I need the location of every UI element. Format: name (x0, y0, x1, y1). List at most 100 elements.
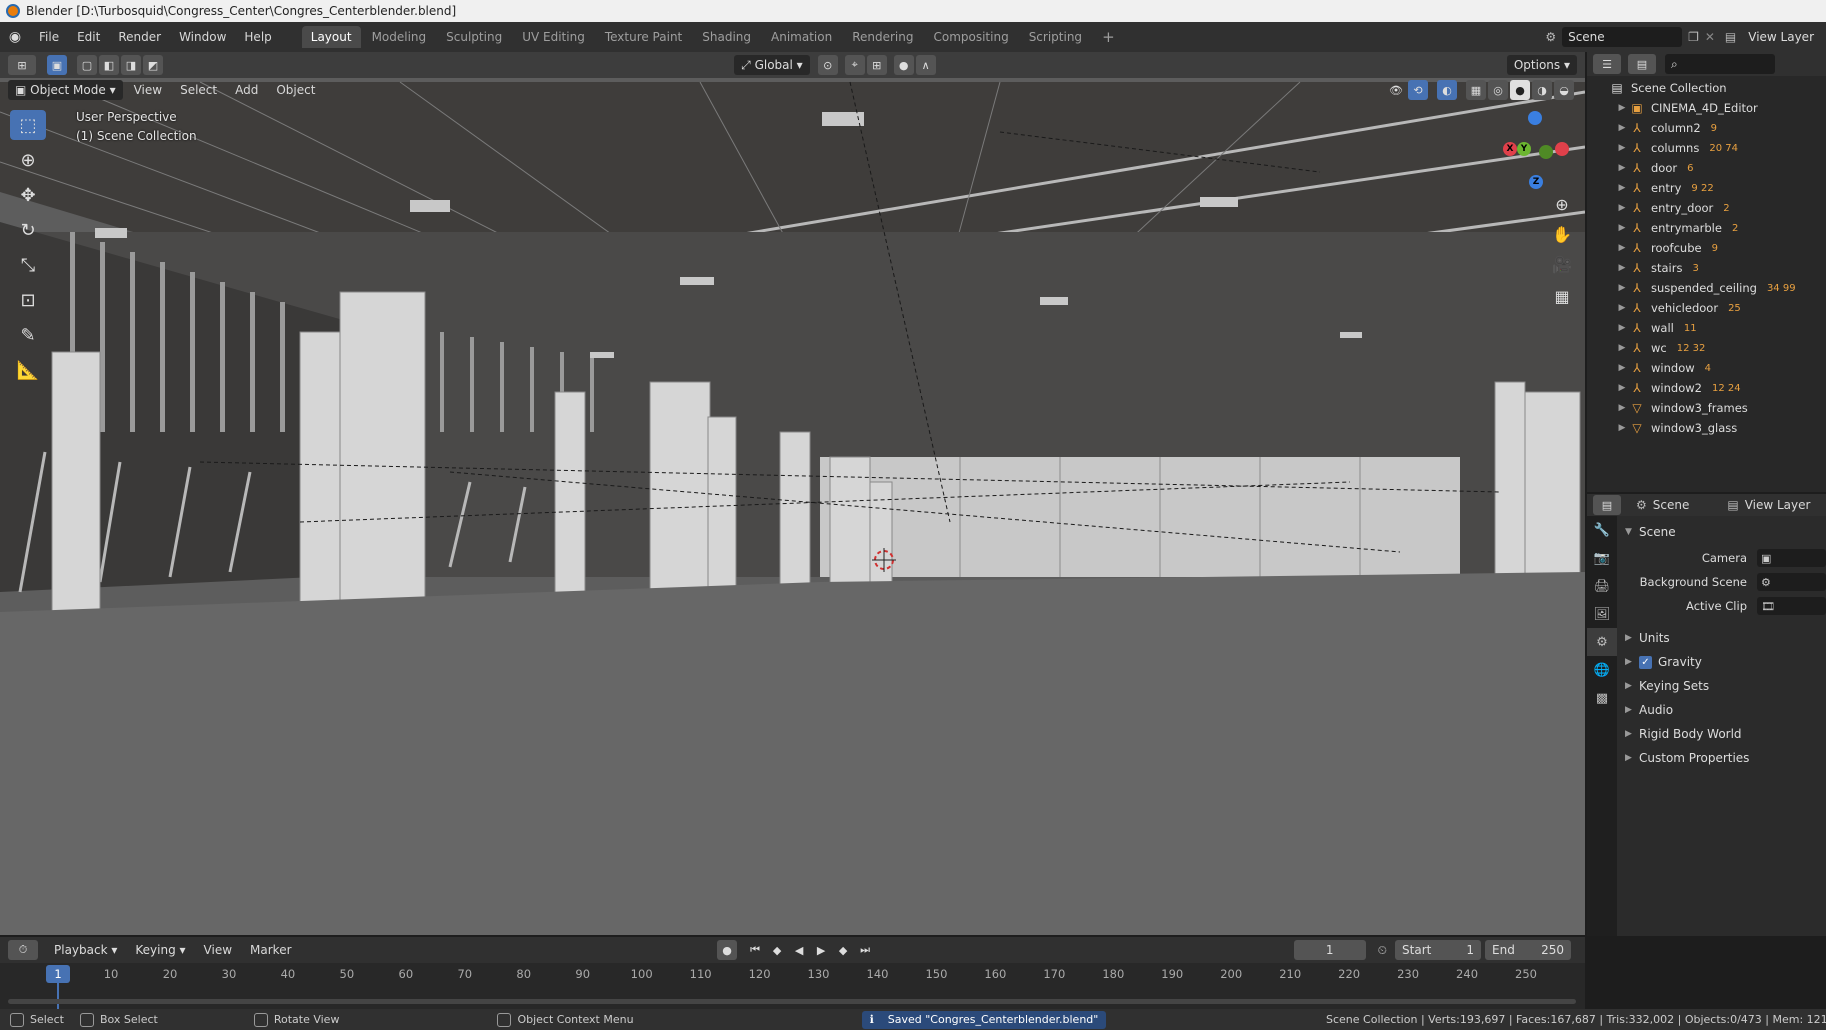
select-subtract-icon[interactable]: ◨ (121, 55, 141, 75)
expand-caret-icon[interactable]: ▶ (1615, 163, 1629, 173)
gravity-section[interactable]: ▶ ✓ Gravity (1617, 650, 1826, 674)
props-view-layer-label[interactable]: View Layer (1745, 498, 1811, 512)
scene-collection-row[interactable]: ▤ Scene Collection (1587, 78, 1826, 98)
scene-selector[interactable]: Scene (1562, 27, 1683, 47)
expand-caret-icon[interactable]: ▶ (1615, 343, 1629, 353)
pan-hand-icon[interactable]: ✋ (1548, 220, 1576, 248)
select-tool-icon[interactable]: ▣ (47, 55, 67, 75)
gravity-checkbox[interactable]: ✓ (1639, 655, 1652, 669)
rotate-tool-icon[interactable]: ↻ (10, 215, 46, 245)
outliner-item[interactable]: ▶ ▽ window3_frames (1587, 398, 1826, 418)
props-scene-label[interactable]: Scene (1653, 498, 1690, 512)
viewport-menu-add[interactable]: Add (226, 75, 267, 105)
rendered-shading-icon[interactable]: ◒ (1554, 80, 1574, 100)
add-workspace-button[interactable]: + (1093, 26, 1124, 48)
tab-modeling[interactable]: Modeling (363, 26, 436, 48)
keying-sets-section[interactable]: ▶ Keying Sets (1617, 674, 1826, 698)
play-reverse-icon[interactable]: ◀ (789, 940, 809, 960)
timeline-editor-icon[interactable]: ⏱ (8, 940, 38, 960)
view-layer-tab-icon-side[interactable]: 🖼 (1587, 600, 1617, 628)
move-tool-icon[interactable]: ✥ (10, 180, 46, 210)
wireframe-shading-icon[interactable]: ◎ (1488, 80, 1508, 100)
outliner-item[interactable]: ▶ ⅄ entrymarble 2 (1587, 218, 1826, 238)
stopwatch-icon[interactable]: ⏲ (1378, 943, 1387, 958)
expand-caret-icon[interactable]: ▶ (1615, 203, 1629, 213)
next-keyframe-icon[interactable]: ◆ (833, 940, 853, 960)
tab-rendering[interactable]: Rendering (843, 26, 922, 48)
outliner-item[interactable]: ▶ ⅄ suspended_ceiling 34 99 (1587, 278, 1826, 298)
outliner-item[interactable]: ▶ ⅄ roofcube 9 (1587, 238, 1826, 258)
snap-icon[interactable]: ⌖ (844, 55, 865, 75)
menu-help[interactable]: Help (235, 22, 280, 52)
expand-caret-icon[interactable]: ▶ (1615, 283, 1629, 293)
options-dropdown[interactable]: Options ▾ (1506, 55, 1578, 75)
transform-tool-icon[interactable]: ⊡ (10, 285, 46, 315)
tool-tab-icon[interactable]: 🔧 (1587, 516, 1617, 544)
measure-tool-icon[interactable]: 📐 (10, 355, 46, 385)
audio-section[interactable]: ▶ Audio (1617, 698, 1826, 722)
scene-section-header[interactable]: ▼ Scene (1617, 520, 1826, 544)
outliner-item[interactable]: ▶ ⅄ entry_door 2 (1587, 198, 1826, 218)
tab-compositing[interactable]: Compositing (924, 26, 1017, 48)
tab-scripting[interactable]: Scripting (1020, 26, 1091, 48)
navigation-gizmo[interactable]: X Y Z (1495, 105, 1575, 195)
outliner-search-icon[interactable]: ⌕ (1665, 54, 1775, 74)
annotate-tool-icon[interactable]: ✎ (10, 320, 46, 350)
tab-animation[interactable]: Animation (762, 26, 841, 48)
outliner-item[interactable]: ▶ ⅄ wall 11 (1587, 318, 1826, 338)
record-icon[interactable]: ● (717, 940, 738, 960)
timeline-scrollbar[interactable] (8, 999, 1576, 1004)
expand-caret-icon[interactable]: ▶ (1615, 303, 1629, 313)
playhead[interactable]: 1 (46, 965, 70, 983)
start-frame-field[interactable]: Start 1 (1395, 940, 1482, 960)
visibility-icon[interactable]: 👁 (1386, 80, 1406, 100)
gizmo-y-axis[interactable]: Y (1517, 142, 1531, 156)
new-scene-icon[interactable]: ❐ (1688, 30, 1699, 44)
snap-target-icon[interactable]: ⊞ (866, 55, 887, 75)
display-mode-icon[interactable]: ▤ (1628, 54, 1656, 74)
jump-start-icon[interactable]: ⏮ (745, 940, 765, 960)
outliner-editor-icon[interactable]: ☰ (1593, 54, 1621, 74)
select-intersect-icon[interactable]: ◩ (143, 55, 163, 75)
outliner-item[interactable]: ▶ ⅄ wc 12 32 (1587, 338, 1826, 358)
outliner-item[interactable]: ▶ ⅄ entry 9 22 (1587, 178, 1826, 198)
output-tab-icon[interactable]: 🖨 (1587, 572, 1617, 600)
delete-scene-icon[interactable]: ✕ (1705, 30, 1715, 44)
expand-caret-icon[interactable]: ▶ (1615, 423, 1629, 433)
select-extend-icon[interactable]: ◧ (99, 55, 119, 75)
timeline-marker-menu[interactable]: Marker (241, 935, 300, 965)
outliner-item[interactable]: ▶ ▣ CINEMA_4D_Editor (1587, 98, 1826, 118)
jump-end-icon[interactable]: ⏭ (855, 940, 875, 960)
gizmo-x-axis[interactable]: X (1503, 142, 1517, 156)
gizmo-x-negative[interactable] (1555, 142, 1569, 156)
expand-caret-icon[interactable]: ▶ (1615, 363, 1629, 373)
outliner-item[interactable]: ▶ ⅄ vehicledoor 25 (1587, 298, 1826, 318)
tab-texture-paint[interactable]: Texture Paint (596, 26, 691, 48)
keying-menu[interactable]: Keying ▾ (128, 940, 192, 960)
falloff-icon[interactable]: ∧ (915, 55, 936, 75)
gizmo-z-negative[interactable] (1528, 111, 1542, 125)
tab-sculpting[interactable]: Sculpting (437, 26, 511, 48)
zoom-icon[interactable]: ⊕ (1548, 190, 1576, 218)
outliner-item[interactable]: ▶ ⅄ columns 20 74 (1587, 138, 1826, 158)
tab-shading[interactable]: Shading (693, 26, 760, 48)
active-clip-field[interactable]: 🎞 (1757, 597, 1826, 615)
world-tab-icon[interactable]: 🌐 (1587, 656, 1617, 684)
gizmo-z-axis[interactable]: Z (1529, 175, 1543, 189)
view-layer-selector[interactable]: View Layer (1742, 27, 1820, 47)
expand-caret-icon[interactable]: ▶ (1615, 243, 1629, 253)
outliner-item[interactable]: ▶ ⅄ door 6 (1587, 158, 1826, 178)
mode-dropdown[interactable]: ▣ Object Mode ▾ (8, 80, 123, 100)
expand-caret-icon[interactable]: ▶ (1615, 223, 1629, 233)
end-frame-field[interactable]: End 250 (1485, 940, 1572, 960)
outliner-item[interactable]: ▶ ▽ window3_glass (1587, 418, 1826, 438)
scene-tab-icon-side[interactable]: ⚙ (1587, 628, 1617, 656)
expand-caret-icon[interactable]: ▶ (1615, 143, 1629, 153)
transform-orientation-dropdown[interactable]: ⤢ Global ▾ (734, 55, 810, 75)
outliner-item[interactable]: ▶ ⅄ column2 9 (1587, 118, 1826, 138)
gizmo-toggle-icon[interactable]: ⟲ (1408, 80, 1428, 100)
prev-keyframe-icon[interactable]: ◆ (767, 940, 787, 960)
expand-caret-icon[interactable]: ▶ (1615, 403, 1629, 413)
tab-uv-editing[interactable]: UV Editing (513, 26, 594, 48)
cursor-tool-icon[interactable]: ⊕ (10, 145, 46, 175)
